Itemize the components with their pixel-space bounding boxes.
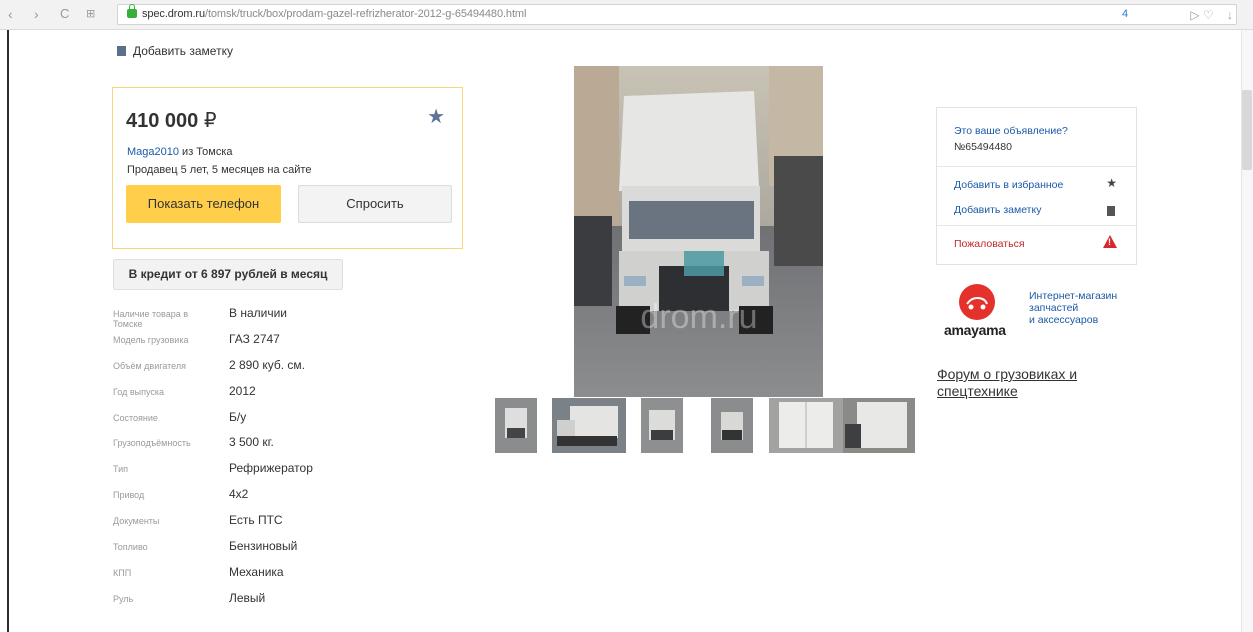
listing-number: №65494480 [954,141,1012,153]
spec-value: ГАЗ 2747 [229,331,280,346]
scrollbar[interactable] [1241,30,1253,632]
spec-label: КПП [113,567,132,578]
spec-row: Документы Есть ПТС [113,512,433,538]
ad-line-2: запчастей [1029,302,1079,314]
window-edge [7,30,9,632]
divider [937,225,1136,226]
owner-question-link[interactable]: Это ваше объявление? [954,125,1068,137]
spec-value: Левый [229,590,266,605]
main-photo[interactable]: drom.ru [574,66,823,397]
note-icon[interactable] [1107,206,1115,216]
lock-icon [127,4,137,18]
complain-link[interactable]: Пожаловаться [954,238,1025,250]
spec-value: 3 500 кг. [229,435,274,450]
spec-row: Год выпуска 2012 [113,383,433,409]
spec-value: Механика [229,564,284,579]
price-value: 410 000 [126,110,199,132]
add-note-top-label: Добавить заметку [133,44,233,58]
seller-name-link[interactable]: Maga2010 [127,146,179,158]
spec-label: Грузоподъёмность [113,438,191,449]
owner-panel: Это ваше объявление? №65494480 Добавить … [936,107,1137,265]
price: 410 000 ₽ [126,108,217,133]
thumbnail-3[interactable] [641,398,683,453]
favorite-star-icon[interactable]: ★ [427,104,445,129]
spec-label: Документы [113,516,160,527]
spec-label: Тип [113,464,129,475]
forward-icon[interactable]: › [34,6,39,22]
spec-row: Топливо Бензиновый [113,538,433,564]
thumbnail-4[interactable] [711,398,753,453]
spec-row: Модель грузовика ГАЗ 2747 [113,331,433,357]
spec-label: Наличие товара в Томске [113,309,189,329]
extension-badge[interactable]: 4 [1122,8,1128,20]
spec-label: Привод [113,490,145,501]
divider [937,166,1136,167]
show-phone-button[interactable]: Показать телефон [126,185,281,223]
scroll-thumb[interactable] [1242,90,1252,170]
amayama-brand: amayama [944,322,1006,338]
spec-label: Год выпуска [113,386,164,397]
spec-label: Объём двигателя [113,360,186,371]
toolbar-icons[interactable]: ▷ ♡ ↓ [1190,8,1233,22]
spec-row: Привод 4х2 [113,486,433,512]
spec-label: Состояние [113,412,158,423]
spec-value: Есть ПТС [229,513,283,528]
specs-table: Наличие товара в Томске В наличии Модель г… [113,305,433,616]
reload-icon[interactable]: C [60,6,69,22]
thumbnail-1[interactable] [495,398,537,453]
star-icon[interactable]: ★ [1106,176,1117,190]
amayama-truck-icon [959,284,995,320]
spec-row: Тип Рефрижератор [113,460,433,486]
add-note-link[interactable]: Добавить заметку [954,204,1041,216]
ad-line-3: и аксессуаров [1029,314,1099,326]
spec-value: 2 890 куб. см. [229,357,306,372]
warning-icon[interactable] [1103,235,1117,248]
thumbnail-5[interactable] [769,398,843,453]
seller-age: Продавец 5 лет, 5 месяцев на сайте [127,164,312,176]
seller-city: из Томска [179,146,233,158]
price-box: 410 000 ₽ ★ Maga2010 из Томска Продавец … [112,87,463,249]
note-icon [117,46,126,56]
add-note-top[interactable]: Добавить заметку [117,44,233,58]
seller-info: Maga2010 из Томска [127,146,233,158]
ad-line-1: Интернет-магазин [1029,290,1118,302]
thumbnail-2[interactable] [552,398,626,453]
currency: ₽ [203,110,217,132]
spec-value: В наличии [229,306,288,320]
credit-button[interactable]: В кредит от 6 897 рублей в месяц [113,259,343,290]
ask-button[interactable]: Спросить [298,185,452,223]
add-favorite-link[interactable]: Добавить в избранное [954,179,1063,191]
spec-label: Топливо [113,542,148,553]
grid-icon[interactable]: ⊞ [86,6,95,22]
amayama-description[interactable]: Интернет-магазин запчастей и аксессуаров [1029,290,1117,326]
photo-thumbnails [480,398,915,453]
spec-row: Состояние Б/у [113,409,433,435]
spec-row: Наличие товара в Томске В наличии [113,305,433,331]
spec-row: Руль Левый [113,590,433,616]
amayama-logo[interactable]: amayama [944,284,1006,344]
truck-photo-image: drom.ru [574,66,823,397]
photo-watermark: drom.ru [640,298,757,336]
spec-value: Рефрижератор [229,461,313,476]
spec-value: 2012 [229,383,256,398]
spec-label: Модель грузовика [113,334,189,345]
url-text[interactable]: spec.drom.ru/tomsk/truck/box/prodam-gaze… [142,8,526,20]
spec-row: Грузоподъёмность 3 500 кг. [113,434,433,460]
spec-row: Объём двигателя 2 890 куб. см. [113,357,433,383]
thumbnail-6[interactable] [843,398,915,453]
browser-toolbar: ‹ › C ⊞ spec.drom.ru/tomsk/truck/box/pro… [0,0,1253,30]
spec-value: Б/у [229,409,247,424]
spec-label: Руль [113,593,134,604]
forum-link[interactable]: Форум о грузовиках и спецтехнике [937,366,1117,400]
spec-row: КПП Механика [113,564,433,590]
spec-value: Бензиновый [229,539,298,554]
spec-value: 4х2 [229,487,249,502]
back-icon[interactable]: ‹ [8,6,13,22]
